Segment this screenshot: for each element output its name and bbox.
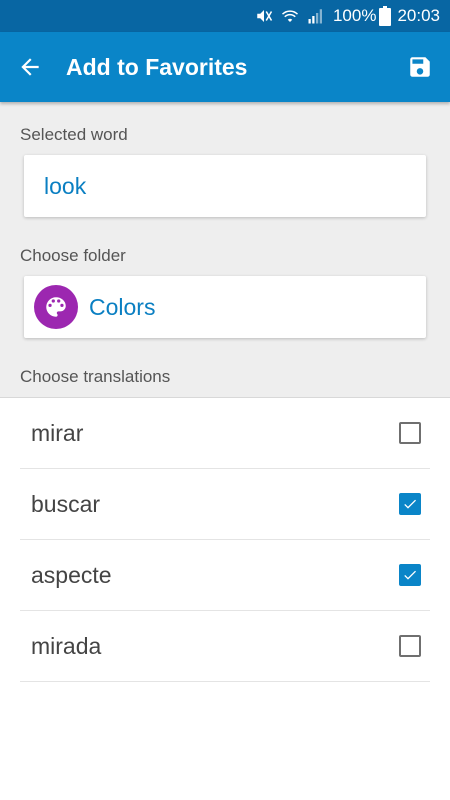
translation-list: mirar buscar aspecte mirada <box>20 398 430 682</box>
translation-row[interactable]: mirada <box>20 611 430 682</box>
arrow-back-icon <box>21 58 39 76</box>
translation-row[interactable]: aspecte <box>20 540 430 611</box>
mute-icon <box>255 7 273 25</box>
translation-checkbox[interactable] <box>399 564 421 586</box>
translation-text: buscar <box>31 491 101 517</box>
back-button[interactable] <box>12 49 48 85</box>
status-bar: 100% 20:03 <box>0 0 450 32</box>
check-icon <box>404 570 416 580</box>
status-time: 20:03 <box>397 6 440 25</box>
translation-row[interactable]: mirar <box>20 398 430 469</box>
battery-icon <box>379 6 392 26</box>
app-bar: Add to Favorites <box>0 32 450 102</box>
folder-name: Colors <box>89 294 156 320</box>
page-title: Add to Favorites <box>66 54 248 80</box>
folder-selector[interactable]: Colors <box>24 276 426 338</box>
translation-text: mirada <box>31 633 102 659</box>
selected-word-card[interactable]: look <box>24 155 426 217</box>
translation-text: mirar <box>31 420 84 446</box>
translation-checkbox[interactable] <box>399 635 421 657</box>
translation-text: aspecte <box>31 562 112 588</box>
save-icon <box>410 57 430 77</box>
translation-checkbox[interactable] <box>399 422 421 444</box>
translation-checkbox[interactable] <box>399 493 421 515</box>
palette-icon <box>34 285 78 329</box>
battery-percent: 100% <box>332 6 377 25</box>
form-section: Selected word look Choose folder Colors … <box>0 102 450 398</box>
save-button[interactable] <box>402 49 438 85</box>
choose-folder-label: Choose folder <box>20 246 126 265</box>
signal-icon <box>307 7 325 25</box>
choose-translations-label: Choose translations <box>20 367 171 386</box>
translation-row[interactable]: buscar <box>20 469 430 540</box>
selected-word-value: look <box>44 173 87 199</box>
wifi-icon <box>281 7 299 25</box>
check-icon <box>404 499 416 509</box>
selected-word-label: Selected word <box>20 125 128 144</box>
